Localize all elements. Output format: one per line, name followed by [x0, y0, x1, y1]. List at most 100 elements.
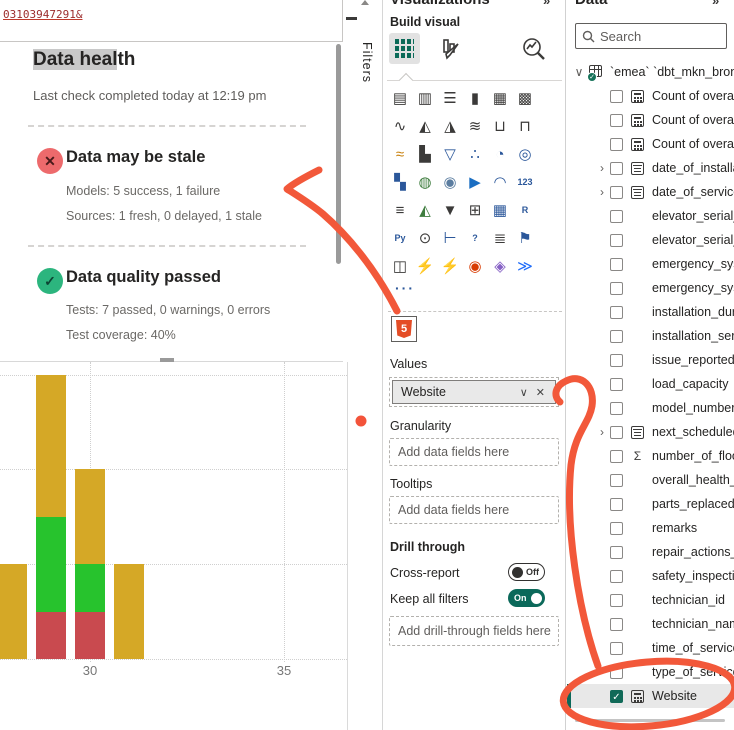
field-checkbox[interactable]: [610, 330, 623, 343]
html-content-visual-button[interactable]: 5: [391, 316, 417, 342]
field-row-technician-id[interactable]: technician_id: [567, 588, 734, 612]
field-tree-root[interactable]: ∨✓`emea` `dbt_mkn_bron...: [567, 60, 734, 84]
table[interactable]: ⊞: [465, 200, 485, 220]
bar-segment-red[interactable]: [75, 612, 105, 659]
treemap[interactable]: ▚: [390, 172, 410, 192]
chevron-collapsed-icon[interactable]: ›: [596, 161, 608, 175]
code-text[interactable]: 03103947291&: [3, 8, 82, 21]
remove-field-icon[interactable]: ✕: [532, 386, 549, 399]
field-row-website[interactable]: ✓Website: [567, 684, 734, 708]
bar-segment-yellow[interactable]: [0, 564, 27, 659]
gauge[interactable]: ◠: [490, 172, 510, 192]
data-pane-scrollbar[interactable]: [575, 719, 725, 722]
field-row-next-scheduled[interactable]: ›next_scheduled...: [567, 420, 734, 444]
line-chart[interactable]: ∿: [390, 116, 410, 136]
field-row-count-of-overal[interactable]: Count of overal...: [567, 84, 734, 108]
map[interactable]: ◍: [415, 172, 435, 192]
field-row-parts-replaced[interactable]: parts_replaced: [567, 492, 734, 516]
area-chart[interactable]: ◭: [415, 116, 435, 136]
r-script-visual[interactable]: R: [515, 200, 535, 220]
field-checkbox[interactable]: [610, 378, 623, 391]
field-checkbox[interactable]: [610, 474, 623, 487]
search-input[interactable]: Search: [575, 23, 727, 49]
power-automate[interactable]: ≫: [515, 256, 535, 276]
pie-chart[interactable]: ◔: [490, 144, 510, 164]
ribbon-chart[interactable]: ≈: [390, 144, 410, 164]
field-checkbox[interactable]: [610, 354, 623, 367]
q-and-a[interactable]: ?: [465, 228, 485, 248]
field-checkbox[interactable]: [610, 234, 623, 247]
field-row-installation-dur[interactable]: installation_dur...: [567, 300, 734, 324]
field-checkbox[interactable]: [610, 138, 623, 151]
line-and-clustered-column-chart[interactable]: ⊓: [515, 116, 535, 136]
cross-report-toggle[interactable]: Off: [508, 563, 545, 581]
chevron-collapsed-icon[interactable]: ›: [596, 185, 608, 199]
field-checkbox[interactable]: [610, 306, 623, 319]
tab-build-visual[interactable]: [389, 33, 420, 64]
bar-segment-yellow[interactable]: [75, 469, 105, 564]
field-row-load-capacity[interactable]: load_capacity: [567, 372, 734, 396]
values-field-pill[interactable]: Website: [401, 385, 516, 399]
bar-segment-yellow[interactable]: [36, 375, 66, 517]
field-row-technician-name[interactable]: technician_name: [567, 612, 734, 636]
chevron-collapsed-icon[interactable]: ›: [596, 425, 608, 439]
field-row-repair-actions-t[interactable]: repair_actions_t...: [567, 540, 734, 564]
decomposition-tree[interactable]: ⊢: [440, 228, 460, 248]
stacked-column-chart-visual[interactable]: 3035: [0, 362, 348, 730]
stacked-bar-chart[interactable]: ▤: [390, 88, 410, 108]
field-checkbox[interactable]: [610, 90, 623, 103]
field-row-overall-health-c[interactable]: overall_health_c...: [567, 468, 734, 492]
power-apps[interactable]: ⚡: [415, 256, 435, 276]
minimize-icon[interactable]: [346, 17, 357, 20]
get-more-visuals-button[interactable]: ···: [395, 280, 415, 296]
field-checkbox[interactable]: [610, 186, 623, 199]
field-checkbox[interactable]: [610, 282, 623, 295]
stacked-area-chart[interactable]: ◮: [440, 116, 460, 136]
keep-all-filters-toggle[interactable]: On: [508, 589, 545, 607]
field-row-model-number[interactable]: model_number: [567, 396, 734, 420]
metrics[interactable]: ⚑: [515, 228, 535, 248]
field-row-elevator-serial[interactable]: elevator_serial_...: [567, 204, 734, 228]
field-row-elevator-serial[interactable]: elevator_serial_...: [567, 228, 734, 252]
collapse-pane-icon[interactable]: »: [543, 0, 550, 8]
bar-segment-green[interactable]: [36, 517, 66, 612]
key-influencers[interactable]: ⊙: [415, 228, 435, 248]
matrix[interactable]: ▦: [490, 200, 510, 220]
multi-row-card[interactable]: ≡: [390, 200, 410, 220]
tab-analytics[interactable]: [521, 36, 547, 62]
line-and-stacked-column-chart[interactable]: ⊔: [490, 116, 510, 136]
kpi[interactable]: ◭: [415, 200, 435, 220]
field-checkbox[interactable]: [610, 642, 623, 655]
bar-segment-green[interactable]: [75, 564, 105, 611]
field-checkbox[interactable]: [610, 618, 623, 631]
filled-map[interactable]: ◉: [440, 172, 460, 192]
field-checkbox[interactable]: [610, 402, 623, 415]
chevron-expanded-icon[interactable]: ∨: [573, 65, 585, 79]
granularity-well[interactable]: Add data fields here: [389, 438, 559, 466]
100-stacked-area-chart[interactable]: ≋: [465, 116, 485, 136]
bar-segment-red[interactable]: [36, 612, 66, 659]
field-row-remarks[interactable]: remarks: [567, 516, 734, 540]
funnel-chart[interactable]: ▽: [440, 144, 460, 164]
field-checkbox[interactable]: [610, 546, 623, 559]
field-checkbox[interactable]: [610, 210, 623, 223]
field-row-emergency-syst[interactable]: emergency_syst...: [567, 252, 734, 276]
filters-pane-collapsed[interactable]: Filters: [348, 0, 383, 730]
stacked-bar-31[interactable]: [114, 564, 144, 659]
field-checkbox[interactable]: [610, 498, 623, 511]
field-row-type-of-service[interactable]: type_of_service: [567, 660, 734, 684]
drill-through-well[interactable]: Add drill-through fields here: [389, 616, 559, 646]
field-checkbox[interactable]: [610, 594, 623, 607]
partner-visual-diamond[interactable]: ◈: [490, 256, 510, 276]
collapse-pane-icon[interactable]: »: [712, 0, 719, 8]
scatter-chart[interactable]: ∴: [465, 144, 485, 164]
power-automate-visual[interactable]: ⚡: [440, 256, 460, 276]
field-row-safety-inspectio[interactable]: safety_inspectio...: [567, 564, 734, 588]
arcgis-map[interactable]: ◉: [465, 256, 485, 276]
field-checkbox[interactable]: [610, 570, 623, 583]
field-checkbox[interactable]: [610, 258, 623, 271]
waterfall-chart[interactable]: ▙: [415, 144, 435, 164]
slicer[interactable]: ▼: [440, 200, 460, 220]
field-row-date-of-installa[interactable]: ›date_of_installa...: [567, 156, 734, 180]
chevron-down-icon[interactable]: ∨: [516, 386, 532, 399]
